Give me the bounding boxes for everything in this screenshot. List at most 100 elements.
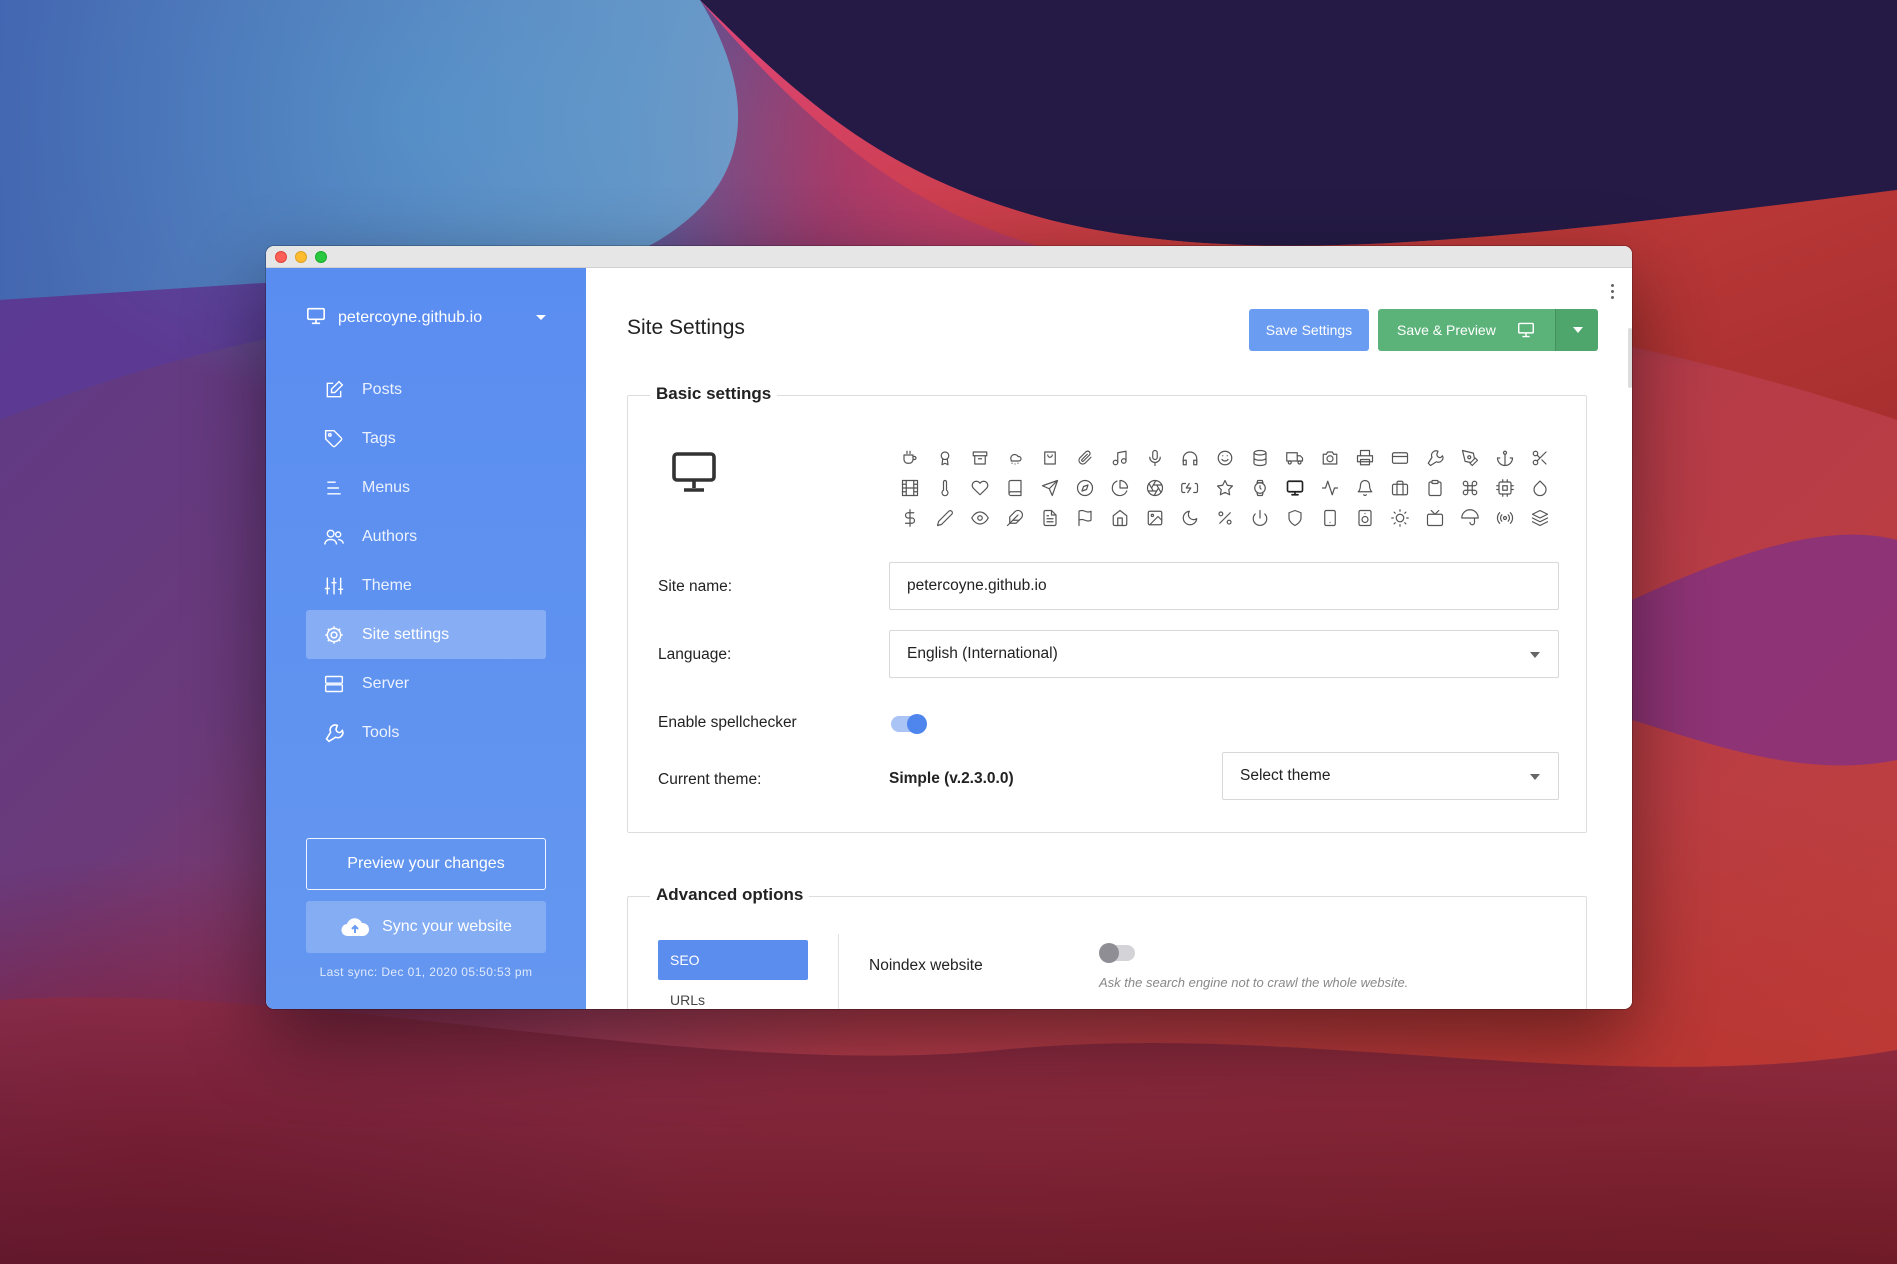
- save-options-dropdown-button[interactable]: [1555, 309, 1598, 351]
- save-settings-button[interactable]: Save Settings: [1249, 309, 1369, 351]
- power-icon[interactable]: [1242, 503, 1277, 533]
- scrollbar[interactable]: [1628, 328, 1632, 388]
- wrench-icon: [322, 721, 346, 745]
- server-icon: [322, 672, 346, 696]
- more-options-icon[interactable]: [1611, 284, 1614, 299]
- mic-icon[interactable]: [1137, 443, 1172, 473]
- film-icon[interactable]: [892, 473, 927, 503]
- book-icon[interactable]: [997, 473, 1032, 503]
- speaker-icon[interactable]: [1347, 503, 1382, 533]
- scissors-icon[interactable]: [1522, 443, 1557, 473]
- credit-card-icon[interactable]: [1382, 443, 1417, 473]
- cpu-icon[interactable]: [1487, 473, 1522, 503]
- sidebar-item-tags[interactable]: Tags: [306, 414, 546, 463]
- percent-icon[interactable]: [1207, 503, 1242, 533]
- sidebar-item-posts[interactable]: Posts: [306, 365, 546, 414]
- feather-icon[interactable]: [997, 503, 1032, 533]
- heart-icon[interactable]: [962, 473, 997, 503]
- home-icon[interactable]: [1102, 503, 1137, 533]
- save-preview-button[interactable]: Save & Preview: [1378, 309, 1555, 351]
- truck-icon[interactable]: [1277, 443, 1312, 473]
- tab-seo[interactable]: SEO: [658, 940, 808, 980]
- cloud-upload-icon: [340, 916, 370, 938]
- sidebar-item-menus[interactable]: Menus: [306, 463, 546, 512]
- noindex-toggle[interactable]: [1099, 943, 1135, 963]
- send-icon[interactable]: [1032, 473, 1067, 503]
- thermometer-icon[interactable]: [927, 473, 962, 503]
- file-text-icon[interactable]: [1032, 503, 1067, 533]
- tool-icon[interactable]: [1417, 443, 1452, 473]
- monitor-icon: [1517, 322, 1535, 341]
- headphones-icon[interactable]: [1172, 443, 1207, 473]
- sun-icon[interactable]: [1382, 503, 1417, 533]
- umbrella-icon[interactable]: [1452, 503, 1487, 533]
- image-icon[interactable]: [1137, 503, 1172, 533]
- dollar-sign-icon[interactable]: [892, 503, 927, 533]
- title-bar: [266, 246, 1632, 268]
- sync-website-button[interactable]: Sync your website: [306, 901, 546, 953]
- sidebar-item-theme[interactable]: Theme: [306, 561, 546, 610]
- tab-urls[interactable]: URLs: [658, 980, 808, 1009]
- database-icon[interactable]: [1242, 443, 1277, 473]
- sliders-icon: [322, 574, 346, 598]
- shopping-bag-icon[interactable]: [1032, 443, 1067, 473]
- spellchecker-toggle[interactable]: [891, 714, 927, 734]
- monitor-icon[interactable]: [1277, 473, 1312, 503]
- sidebar-item-server[interactable]: Server: [306, 659, 546, 708]
- preview-changes-button[interactable]: Preview your changes: [306, 838, 546, 890]
- icon-picker-grid: [892, 443, 1552, 533]
- star-icon[interactable]: [1207, 473, 1242, 503]
- chevron-down-icon: [1530, 774, 1540, 780]
- users-icon: [322, 525, 346, 549]
- briefcase-icon[interactable]: [1382, 473, 1417, 503]
- sidebar-item-label: Authors: [362, 527, 418, 545]
- select-theme-label: Select theme: [1240, 767, 1331, 784]
- moon-icon[interactable]: [1172, 503, 1207, 533]
- bell-icon[interactable]: [1347, 473, 1382, 503]
- printer-icon[interactable]: [1347, 443, 1382, 473]
- spellchecker-label: Enable spellchecker: [658, 714, 797, 731]
- layers-icon[interactable]: [1522, 503, 1557, 533]
- sidebar-item-site-settings[interactable]: Site settings: [306, 610, 546, 659]
- site-switcher[interactable]: petercoyne.github.io: [306, 304, 546, 332]
- activity-icon[interactable]: [1312, 473, 1347, 503]
- award-icon[interactable]: [927, 443, 962, 473]
- compass-icon[interactable]: [1067, 473, 1102, 503]
- watch-icon[interactable]: [1242, 473, 1277, 503]
- smile-icon[interactable]: [1207, 443, 1242, 473]
- music-icon[interactable]: [1102, 443, 1137, 473]
- shield-icon[interactable]: [1277, 503, 1312, 533]
- eye-icon[interactable]: [962, 503, 997, 533]
- pie-chart-icon[interactable]: [1102, 473, 1137, 503]
- flag-icon[interactable]: [1067, 503, 1102, 533]
- select-theme-dropdown[interactable]: Select theme: [1222, 752, 1559, 800]
- cloud-snow-icon[interactable]: [997, 443, 1032, 473]
- aperture-icon[interactable]: [1137, 473, 1172, 503]
- maximize-window-button[interactable]: [315, 250, 327, 263]
- site-name: petercoyne.github.io: [338, 309, 483, 326]
- language-select[interactable]: English (International): [889, 630, 1559, 678]
- droplet-icon[interactable]: [1522, 473, 1557, 503]
- sidebar-item-tools[interactable]: Tools: [306, 708, 546, 757]
- command-icon[interactable]: [1452, 473, 1487, 503]
- language-value: English (International): [907, 645, 1058, 662]
- app-window: petercoyne.github.io Posts Tags Menus Au…: [266, 246, 1632, 1009]
- coffee-icon[interactable]: [892, 443, 927, 473]
- paperclip-icon[interactable]: [1067, 443, 1102, 473]
- battery-charging-icon[interactable]: [1172, 473, 1207, 503]
- tv-icon[interactable]: [1417, 503, 1452, 533]
- close-window-button[interactable]: [275, 250, 287, 263]
- pencil-icon[interactable]: [927, 503, 962, 533]
- radio-icon[interactable]: [1487, 503, 1522, 533]
- monitor-icon: [306, 307, 326, 330]
- pen-tool-icon[interactable]: [1452, 443, 1487, 473]
- smartphone-icon[interactable]: [1312, 503, 1347, 533]
- minimize-window-button[interactable]: [295, 250, 307, 263]
- noindex-help-text: Ask the search engine not to crawl the w…: [1099, 975, 1409, 990]
- camera-icon[interactable]: [1312, 443, 1347, 473]
- clipboard-icon[interactable]: [1417, 473, 1452, 503]
- sidebar-item-authors[interactable]: Authors: [306, 512, 546, 561]
- archive-icon[interactable]: [962, 443, 997, 473]
- site-name-input[interactable]: petercoyne.github.io: [889, 562, 1559, 610]
- anchor-icon[interactable]: [1487, 443, 1522, 473]
